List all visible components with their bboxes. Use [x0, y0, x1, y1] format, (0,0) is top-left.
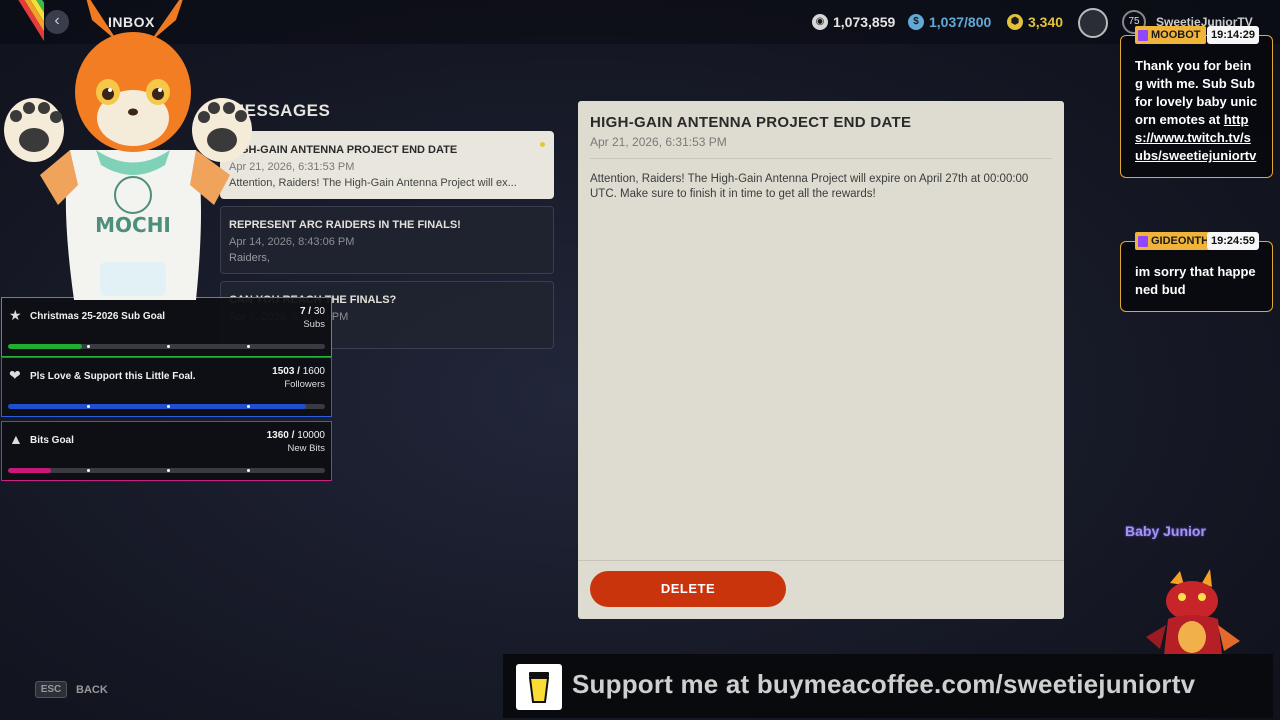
delete-button[interactable]: DELETE: [590, 571, 786, 607]
streamer-avatar: MOCHI: [4, 0, 252, 300]
goal-title: Christmas 25-2026 Sub Goal: [30, 311, 166, 322]
message-item[interactable]: HIGH-GAIN ANTENNA PROJECT END DATE Apr 2…: [220, 131, 554, 199]
goal-unit: Subs: [303, 319, 325, 330]
pet-name: Baby Junior: [1125, 523, 1206, 539]
chat-timestamp: 19:14:29: [1207, 26, 1260, 44]
unread-indicator: [540, 142, 545, 147]
goal-tick: [167, 405, 170, 408]
svg-text:MOCHI: MOCHI: [95, 213, 171, 237]
message-title: HIGH-GAIN ANTENNA PROJECT END DATE: [229, 144, 458, 156]
goal-tick: [167, 469, 170, 472]
support-text: Support me at buymeacoffee.com/sweetieju…: [572, 669, 1196, 699]
goal-count: 7 / 30: [299, 306, 325, 317]
chat-message: GIDEONTHI 19:24:59 im sorry that happene…: [1120, 232, 1273, 312]
chat-username-text: GIDEONTHI: [1151, 235, 1213, 247]
goal-target: 30: [313, 306, 325, 317]
currency-value: 1,073,859: [833, 14, 896, 30]
bits-icon: ▲: [9, 431, 23, 447]
divider: [590, 158, 1052, 159]
goal-tick: [247, 469, 250, 472]
star-icon: ★: [9, 307, 22, 323]
hearts-icon: ❤: [9, 367, 21, 383]
currency-coins: ◉ 1,073,859: [812, 12, 895, 32]
goal-widget: ▲ Bits Goal 1360 / 10000 New Bits: [1, 421, 332, 481]
goal-title: Pls Love & Support this Little Foal.: [30, 371, 196, 382]
goal-current: 1503: [272, 366, 295, 377]
raider-tokens-icon: ⬢: [1007, 14, 1023, 30]
dragon-pet-icon: [1146, 569, 1240, 655]
goal-target: 10000: [297, 430, 325, 441]
goal-tick: [87, 405, 90, 408]
message-date: Apr 21, 2026, 6:31:53 PM: [229, 161, 355, 173]
chat-username-text: MOOBOT: [1151, 29, 1201, 41]
chat-username[interactable]: MOOBOT: [1135, 26, 1206, 44]
detail-body: Attention, Raiders! The High-Gain Antenn…: [590, 173, 1029, 200]
message-date: Apr 14, 2026, 8:43:06 PM: [229, 236, 355, 248]
goal-target: 1600: [302, 366, 325, 377]
coffee-cup-icon: [516, 664, 562, 710]
goal-count: 1360 / 10000: [266, 430, 325, 441]
goal-current: 1360: [266, 430, 289, 441]
support-banner: Support me at buymeacoffee.com/sweetieju…: [503, 654, 1273, 718]
cred-icon: $: [908, 14, 924, 30]
detail-title: HIGH-GAIN ANTENNA PROJECT END DATE: [590, 114, 912, 131]
message-detail-panel: HIGH-GAIN ANTENNA PROJECT END DATE Apr 2…: [578, 101, 1064, 619]
chat-timestamp: 19:24:59: [1207, 232, 1260, 250]
chat-username[interactable]: GIDEONTHI: [1135, 232, 1218, 250]
goal-progress-bar: [8, 468, 325, 473]
chat-message: MOOBOT 19:14:29 Thank you for being with…: [1120, 26, 1273, 178]
currency-value: 3,340: [1028, 14, 1064, 30]
twitch-icon: [1138, 235, 1148, 247]
goal-widget: ★ Christmas 25-2026 Sub Goal 7 / 30 Subs: [1, 297, 332, 357]
goal-progress-fill: [8, 344, 82, 349]
currency-value: 1,037/800: [929, 14, 992, 30]
message-title: REPRESENT ARC RAIDERS IN THE FINALS!: [229, 219, 461, 231]
chat-text: im sorry that happened bud: [1135, 264, 1256, 297]
message-preview: Attention, Raiders! The High-Gain Antenn…: [229, 177, 517, 189]
goal-widget: ❤ Pls Love & Support this Little Foal. 150…: [1, 357, 332, 417]
goal-title: Bits Goal: [30, 435, 74, 446]
esc-key-hint: ESC: [35, 681, 67, 698]
chat-text: Thank you for being with me. Sub Sub for…: [1135, 57, 1258, 165]
back-button[interactable]: BACK: [76, 684, 108, 696]
currency-tokens: ⬢ 3,340: [1007, 12, 1063, 32]
goal-tick: [247, 345, 250, 348]
coins-icon: ◉: [812, 14, 828, 30]
goal-tick: [87, 469, 90, 472]
goal-tick: [87, 345, 90, 348]
detail-date: Apr 21, 2026, 6:31:53 PM: [590, 135, 727, 149]
goal-unit: Followers: [284, 379, 325, 390]
goal-progress-fill: [8, 468, 52, 473]
message-preview: Raiders,: [229, 252, 270, 264]
goal-progress-bar: [8, 404, 325, 409]
profile-icon[interactable]: [1078, 8, 1108, 38]
goal-count: 1503 / 1600: [272, 366, 325, 377]
goal-tick: [247, 405, 250, 408]
goal-current: 7: [299, 306, 306, 317]
twitch-icon: [1138, 29, 1148, 41]
goal-tick: [167, 345, 170, 348]
goal-unit: New Bits: [287, 443, 325, 454]
goal-progress-bar: [8, 344, 325, 349]
currency-cred: $ 1,037/800: [908, 12, 991, 32]
goal-progress-fill: [8, 404, 306, 409]
message-item[interactable]: REPRESENT ARC RAIDERS IN THE FINALS! Apr…: [220, 206, 554, 274]
divider: [578, 560, 1064, 561]
